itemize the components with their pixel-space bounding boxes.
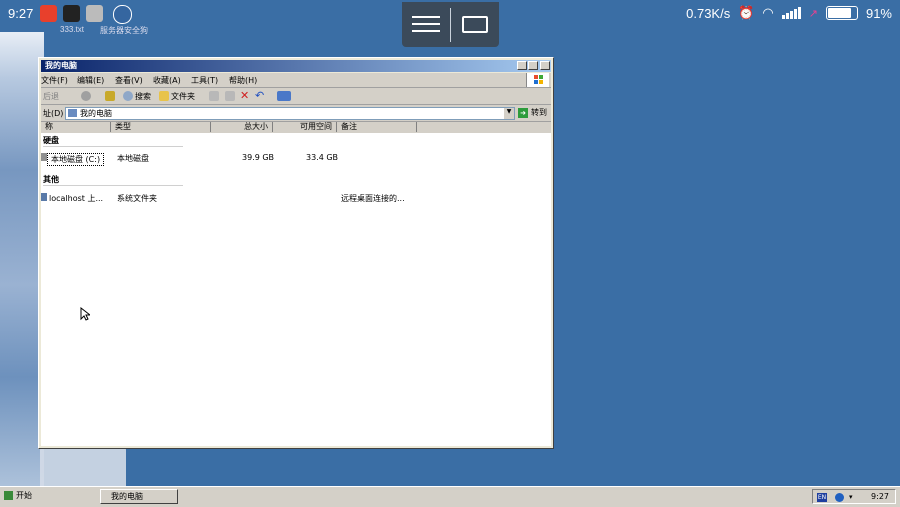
- desktop-label-333txt[interactable]: 333.txt: [60, 25, 84, 34]
- taskbar-explorer-button[interactable]: 我的电脑: [100, 489, 178, 504]
- column-comments[interactable]: 备注: [337, 122, 417, 132]
- computer-icon: [68, 109, 77, 117]
- go-button[interactable]: ➜ 转到: [518, 107, 547, 118]
- remote-desktop-toolbar: [402, 2, 499, 47]
- forward-icon[interactable]: [81, 91, 91, 101]
- address-value: 我的电脑: [80, 109, 112, 118]
- group-other: 其他: [43, 175, 59, 184]
- battery-percent: 91%: [865, 5, 892, 21]
- group-hard-disks: 硬盘: [43, 136, 59, 145]
- window-title: 我的电脑: [45, 61, 77, 70]
- address-dropdown-icon[interactable]: ▼: [504, 108, 514, 119]
- close-button[interactable]: [540, 61, 550, 70]
- column-free-space[interactable]: 可用空间: [273, 122, 337, 132]
- item-free: 33.4 GB: [306, 153, 339, 162]
- views-icon[interactable]: [277, 91, 291, 101]
- desktop: 9:27 0.73K/s ⏰ ◠ ↗ 91% 333.txt 服务器安全狗 我的…: [0, 0, 900, 507]
- security-dog-icon: [113, 5, 132, 24]
- windows-taskbar: 开始 我的电脑 EN ▾ 9:27: [0, 486, 900, 507]
- back-button[interactable]: 后退: [43, 91, 59, 102]
- column-spacer: [417, 122, 553, 132]
- signal-icon: [781, 7, 801, 19]
- keyboard-icon[interactable]: [462, 16, 488, 33]
- mouse-cursor-icon: [80, 307, 90, 321]
- copy-to-icon[interactable]: [225, 91, 235, 101]
- file-list: 硬盘 本地磁盘 (C:) 本地磁盘 39.9 GB 33.4 GB 其他 loc…: [41, 133, 551, 446]
- menu-help[interactable]: 帮助(H): [229, 75, 257, 86]
- item-note: 远程桌面连接的...: [341, 194, 405, 203]
- start-label: 开始: [16, 491, 32, 500]
- address-bar: 址(D) 我的电脑 ▼ ➜ 转到: [41, 105, 551, 122]
- system-tray: EN ▾ 9:27: [812, 489, 896, 504]
- column-name[interactable]: 称: [41, 122, 111, 132]
- search-button[interactable]: 搜索: [135, 91, 151, 102]
- column-type[interactable]: 类型: [111, 122, 211, 132]
- menu-favorites[interactable]: 收藏(A): [153, 75, 181, 86]
- move-to-icon[interactable]: [209, 91, 219, 101]
- menu-bar: 文件(F) 编辑(E) 查看(V) 收藏(A) 工具(T) 帮助(H): [41, 73, 551, 88]
- toolbar: 后退 搜索 文件夹 ✕ ↶: [41, 88, 551, 105]
- window-titlebar[interactable]: 我的电脑: [41, 60, 551, 72]
- taskbar-clock: 9:27: [871, 492, 889, 501]
- menu-tools[interactable]: 工具(T): [191, 75, 218, 86]
- item-type: 系统文件夹: [117, 194, 157, 203]
- battery-icon: [825, 6, 858, 20]
- remote-folder-icon: [41, 193, 47, 201]
- go-arrow-icon: ➜: [518, 107, 528, 118]
- wifi-icon: ◠: [762, 5, 774, 20]
- delete-icon[interactable]: ✕: [240, 89, 249, 102]
- search-icon: [123, 91, 133, 101]
- alarm-off-icon: ⏰: [738, 5, 755, 20]
- column-total-size[interactable]: 总大小: [211, 122, 273, 132]
- go-label: 转到: [531, 108, 547, 117]
- tray-chevron-icon[interactable]: ▾: [849, 493, 858, 502]
- status-time: 9:27: [8, 6, 34, 21]
- group-divider: [43, 185, 183, 186]
- start-button[interactable]: 开始: [2, 489, 42, 504]
- file-app-icon: [86, 5, 103, 22]
- item-total: 39.9 GB: [242, 153, 275, 162]
- menu-icon[interactable]: [412, 16, 440, 37]
- menu-view[interactable]: 查看(V): [115, 75, 143, 86]
- item-name: localhost 上...: [49, 194, 104, 203]
- explorer-window: 我的电脑 文件(F) 编辑(E) 查看(V) 收藏(A) 工具(T) 帮助(H)…: [38, 57, 554, 449]
- weibo-app-icon: [40, 5, 57, 22]
- desktop-label-security-dog[interactable]: 服务器安全狗: [100, 25, 148, 36]
- folders-icon: [159, 91, 169, 101]
- minimize-button[interactable]: [517, 61, 527, 70]
- menu-edit[interactable]: 编辑(E): [77, 75, 104, 86]
- data-icon: ↗: [808, 7, 818, 20]
- divider: [450, 8, 451, 42]
- help-icon[interactable]: [835, 493, 844, 502]
- list-item[interactable]: localhost 上... 系统文件夹 远程桌面连接的...: [41, 193, 551, 205]
- up-folder-icon[interactable]: [105, 91, 115, 101]
- group-divider: [43, 146, 183, 147]
- windows-flag-icon: [4, 491, 13, 500]
- column-header: 称 类型 总大小 可用空间 备注: [41, 122, 551, 133]
- windows-logo-icon: [526, 73, 549, 87]
- maximize-button[interactable]: [528, 61, 538, 70]
- item-type: 本地磁盘: [117, 154, 149, 163]
- address-input[interactable]: 我的电脑 ▼: [65, 107, 515, 120]
- address-label: 址(D): [43, 109, 64, 118]
- item-name: 本地磁盘 (C:): [47, 153, 105, 166]
- undo-icon[interactable]: ↶: [255, 89, 264, 102]
- network-speed: 0.73K/s: [686, 5, 731, 21]
- menu-file[interactable]: 文件(F): [41, 75, 68, 86]
- language-indicator[interactable]: EN: [817, 493, 827, 502]
- folders-button[interactable]: 文件夹: [171, 91, 195, 102]
- list-item[interactable]: 本地磁盘 (C:) 本地磁盘 39.9 GB 33.4 GB: [41, 153, 551, 166]
- qq-app-icon: [63, 5, 80, 22]
